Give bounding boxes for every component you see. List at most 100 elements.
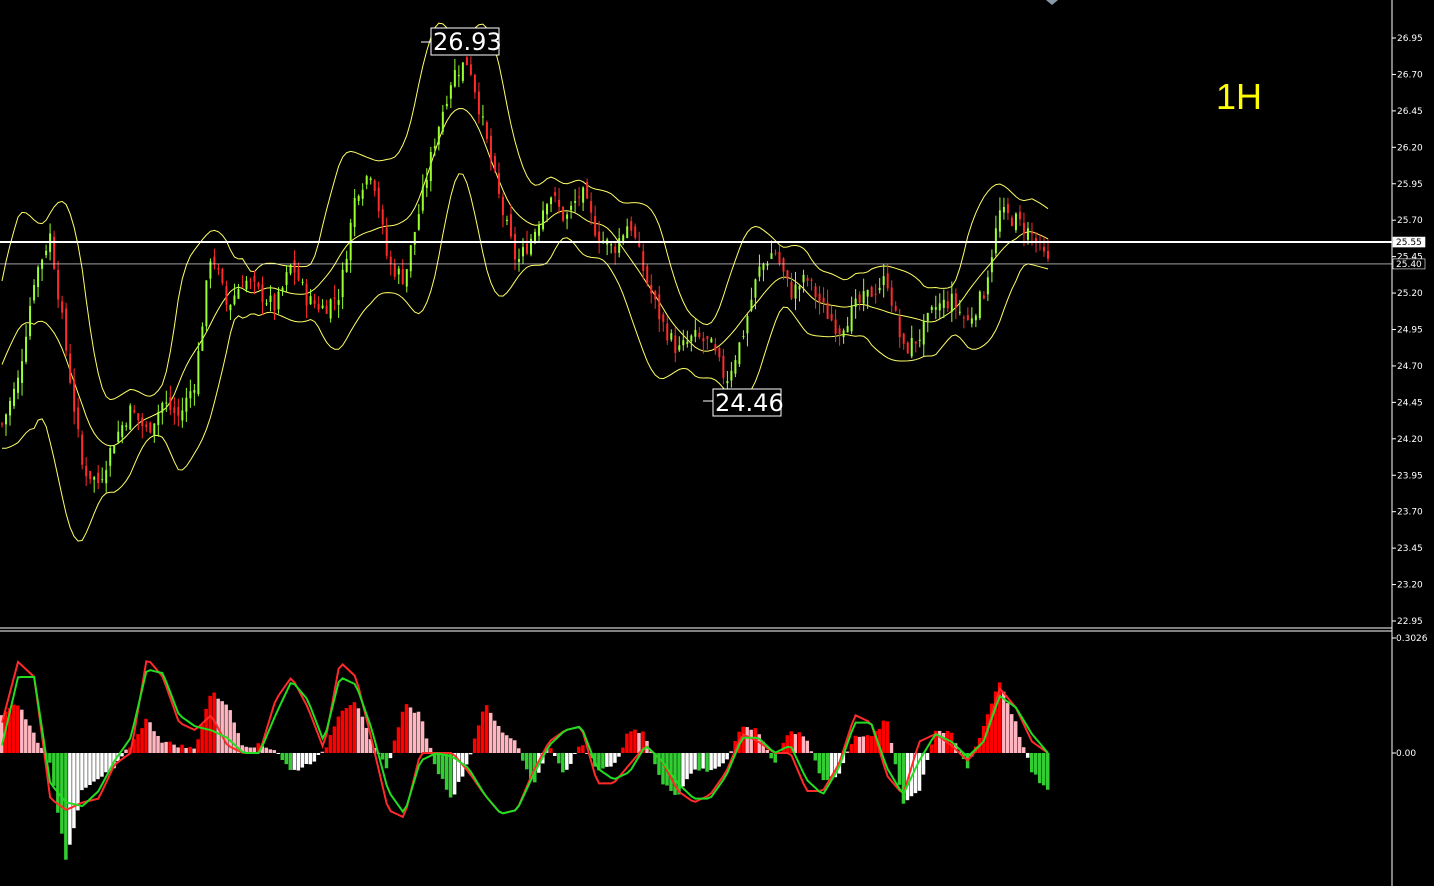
candle-body: [185, 397, 188, 412]
timeframe-label: 1H: [1216, 76, 1263, 117]
candle-body: [574, 200, 577, 203]
histogram-bar: [416, 711, 421, 753]
candle-body: [485, 122, 488, 139]
candle-body: [329, 299, 332, 319]
histogram-bar: [581, 745, 585, 753]
candle-body: [730, 370, 733, 381]
histogram-bar: [1001, 691, 1006, 753]
histogram-bar: [1037, 753, 1042, 784]
histogram-bar: [328, 735, 333, 753]
candle-body: [998, 210, 1001, 232]
candle-body: [429, 151, 432, 182]
candle-body: [357, 195, 360, 201]
candle-body: [674, 335, 677, 353]
candle-body: [922, 320, 925, 345]
histogram-bar: [689, 753, 693, 774]
histogram-bar: [284, 753, 289, 765]
candle-body: [714, 344, 717, 351]
histogram-bar: [36, 742, 40, 753]
osc-tick-label: 0.3026: [1396, 634, 1428, 644]
candle-body: [762, 263, 765, 270]
osc-tick-label: 0.00: [1396, 749, 1416, 759]
histogram-bar: [380, 753, 385, 760]
candle-body: [750, 299, 753, 311]
band-middle: [1, 107, 1049, 447]
histogram-bar: [156, 735, 160, 753]
candle-body: [253, 275, 256, 282]
candle-body: [554, 192, 557, 196]
histogram-bar: [793, 734, 798, 753]
candle-body: [1022, 222, 1025, 234]
histogram-bar: [693, 753, 697, 770]
histogram-bar: [492, 720, 497, 753]
histogram-bar: [196, 739, 200, 753]
candle-body: [469, 64, 472, 75]
y-tick-label: 24.45: [1397, 398, 1423, 408]
candle-body: [237, 289, 240, 299]
y-tick-label: 26.70: [1397, 70, 1423, 80]
candle-body: [926, 312, 929, 321]
candle-body: [117, 431, 120, 442]
candle-body: [790, 281, 793, 299]
chart-canvas[interactable]: 26.9526.7026.4526.2025.9525.7025.4525.20…: [0, 0, 1434, 886]
candle-body: [710, 338, 713, 343]
histogram-bar: [1017, 737, 1022, 753]
y-tick-label: 24.70: [1397, 362, 1423, 372]
histogram-bar: [609, 753, 613, 767]
histogram-bar: [16, 705, 20, 753]
candle-body: [990, 257, 993, 273]
candle-body: [746, 316, 749, 334]
candle-body: [441, 111, 444, 132]
candle-body: [305, 283, 308, 306]
candle-body: [9, 400, 12, 416]
histogram-bar: [204, 708, 208, 753]
candle-body: [630, 221, 633, 231]
candle-body: [586, 181, 589, 199]
candle-body: [101, 479, 104, 481]
histogram-bar: [601, 753, 605, 769]
candle-body: [742, 336, 745, 338]
candle-body: [850, 305, 853, 332]
candle-body: [846, 326, 849, 333]
candle-body: [509, 214, 512, 237]
candle-body: [1006, 203, 1009, 214]
histogram-bar: [68, 753, 72, 845]
candle-body: [834, 319, 837, 334]
candle-body: [706, 336, 709, 339]
candle-body: [281, 287, 284, 291]
histogram-bar: [464, 753, 469, 765]
candle-body: [453, 70, 456, 87]
candle-body: [810, 279, 813, 281]
histogram-bar: [400, 711, 405, 753]
candle-body: [1010, 217, 1013, 226]
histogram-bar: [605, 753, 609, 767]
histogram-bar: [717, 753, 721, 767]
candle-body: [501, 196, 504, 216]
candle-body: [473, 74, 476, 93]
y-tick-label: 24.20: [1397, 435, 1423, 445]
histogram-bar: [1013, 721, 1018, 753]
candle-body: [550, 197, 553, 205]
histogram-bar: [124, 749, 128, 753]
candle-body: [826, 302, 829, 319]
histogram-bar: [813, 753, 818, 761]
candle-body: [193, 390, 196, 393]
histogram-bar: [24, 719, 28, 753]
histogram-bar: [633, 729, 637, 753]
histogram-bar: [436, 753, 441, 775]
candle-body: [770, 253, 773, 259]
candle-body: [654, 291, 657, 300]
candle-body: [970, 318, 973, 324]
histogram-bar: [617, 753, 621, 757]
histogram-bar: [288, 753, 293, 770]
candle-body: [830, 313, 833, 321]
candle-body: [293, 260, 296, 273]
histogram-bar: [861, 736, 866, 753]
candle-body: [333, 297, 336, 300]
histogram-bar: [765, 749, 769, 753]
candle-body: [425, 180, 428, 188]
candle-body: [946, 301, 949, 309]
candle-body: [978, 291, 981, 319]
histogram-bar: [701, 753, 705, 769]
histogram-bar: [749, 729, 753, 753]
